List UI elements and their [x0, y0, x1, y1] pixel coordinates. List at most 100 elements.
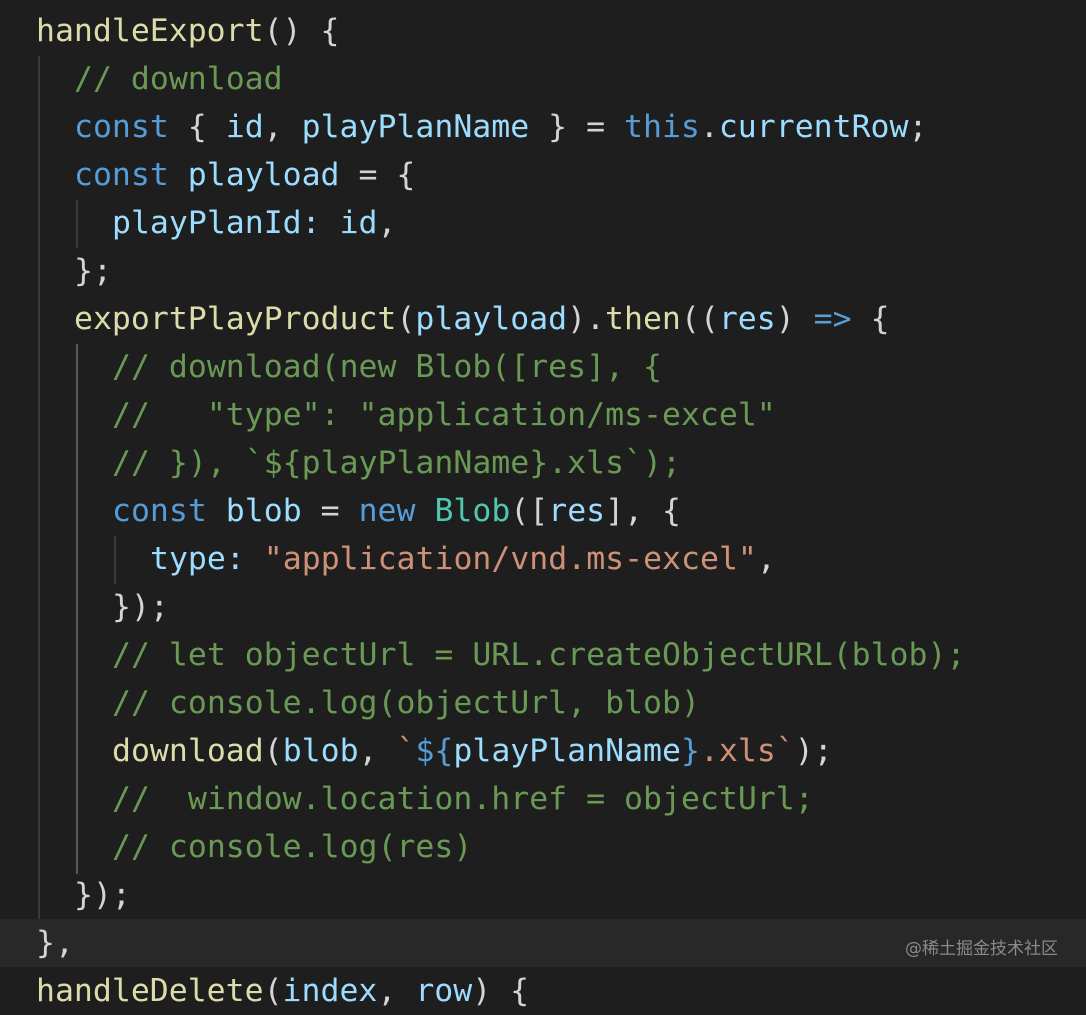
code-line-content: handleDelete(index, row) {	[0, 973, 529, 1009]
code-token: )	[775, 301, 814, 337]
code-token: playPlanId	[112, 205, 302, 241]
code-token: index	[282, 973, 378, 1009]
code-token: } =	[529, 109, 625, 145]
code-line[interactable]: download(blob, `${playPlanName}.xls`);	[0, 727, 833, 775]
code-line-content: const playload = {	[0, 157, 415, 193]
code-editor[interactable]: handleExport() {// download const { id, p…	[0, 0, 1086, 1009]
code-token: (	[263, 973, 283, 1009]
code-token: () {	[263, 13, 340, 49]
code-token: playload	[187, 157, 340, 193]
code-token: ).	[567, 301, 606, 337]
code-token: const	[74, 157, 169, 193]
code-line-content: // console.log(objectUrl, blob)	[0, 685, 700, 721]
code-token: Blob	[434, 493, 511, 529]
code-token: ,	[377, 205, 397, 241]
code-token: ) {	[472, 973, 530, 1009]
code-line-content: // download(new Blob([res], {	[0, 349, 662, 385]
code-line[interactable]: // }), `${playPlanName}.xls`);	[0, 439, 681, 487]
code-line[interactable]: // console.log(res)	[0, 823, 472, 871]
watermark: @稀土掘金技术社区	[905, 939, 1058, 959]
code-line-content: // "type": "application/ms-excel"	[0, 397, 776, 433]
code-token: .xls`	[699, 733, 795, 769]
code-line[interactable]: const blob = new Blob([res], {	[0, 487, 681, 535]
code-token: exportPlayProduct	[74, 301, 397, 337]
code-line[interactable]: // "type": "application/ms-excel"	[0, 391, 776, 439]
code-token: const	[112, 493, 207, 529]
code-line-content: handleExport() {	[0, 13, 339, 49]
code-token: :	[301, 205, 321, 241]
code-token: // download(new Blob([res], {	[112, 349, 662, 385]
code-token: // console.log(res)	[112, 829, 473, 865]
code-line[interactable]: const playload = {	[0, 151, 415, 199]
code-line[interactable]: const { id, playPlanName } = this.curren…	[0, 103, 927, 151]
code-token: // console.log(objectUrl, blob)	[112, 685, 700, 721]
code-token: =>	[813, 301, 852, 337]
code-line[interactable]: // download(new Blob([res], {	[0, 343, 662, 391]
code-token: ,	[377, 973, 416, 1009]
code-line[interactable]: // console.log(objectUrl, blob)	[0, 679, 700, 727]
code-line[interactable]: // download	[0, 55, 283, 103]
code-line[interactable]: };	[0, 247, 112, 295]
code-token: currentRow	[718, 109, 909, 145]
code-line-content: },	[0, 925, 74, 961]
code-line[interactable]: });	[0, 871, 131, 919]
code-line-content: exportPlayProduct(playload).then((res) =…	[0, 301, 890, 337]
code-token: res	[718, 301, 776, 337]
code-token: playload	[415, 301, 568, 337]
code-token: }	[680, 733, 700, 769]
code-token: };	[74, 253, 112, 289]
code-line-content: };	[0, 253, 112, 289]
code-token: handleDelete	[36, 973, 264, 1009]
code-line-content: // }), `${playPlanName}.xls`);	[0, 445, 681, 481]
code-token: :	[225, 541, 245, 577]
code-line[interactable]: // let objectUrl = URL.createObjectURL(b…	[0, 631, 965, 679]
code-token: ], {	[605, 493, 681, 529]
code-token: // "type": "application/ms-excel"	[112, 397, 776, 433]
code-token: const	[74, 109, 169, 145]
code-token: // }), `${playPlanName}.xls`);	[112, 445, 681, 481]
code-line-content: });	[0, 589, 169, 625]
code-token: (	[396, 301, 416, 337]
code-token: handleExport	[36, 13, 264, 49]
code-token: .	[699, 109, 719, 145]
code-line-content: // console.log(res)	[0, 829, 472, 865]
code-token: ((	[680, 301, 719, 337]
code-token: (	[263, 733, 283, 769]
code-token: download	[112, 733, 264, 769]
code-token: "application/vnd.ms-excel"	[263, 541, 757, 577]
code-token: ${	[415, 733, 454, 769]
code-line[interactable]: // window.location.href = objectUrl;	[0, 775, 814, 823]
code-line[interactable]: exportPlayProduct(playload).then((res) =…	[0, 295, 890, 343]
code-token: playPlanName	[301, 109, 530, 145]
code-line[interactable]: handleExport() {	[0, 7, 339, 55]
code-line[interactable]: type: "application/vnd.ms-excel",	[0, 535, 776, 583]
code-line-content: });	[0, 877, 131, 913]
code-line[interactable]: });	[0, 583, 169, 631]
code-token: then	[605, 301, 681, 337]
code-token: playPlanName	[453, 733, 681, 769]
code-token: id	[225, 109, 264, 145]
code-token: = {	[339, 157, 416, 193]
code-token: row	[415, 973, 473, 1009]
code-token: {	[168, 109, 226, 145]
code-line[interactable]: playPlanId: id,	[0, 199, 397, 247]
code-token: blob	[225, 493, 302, 529]
code-token: // window.location.href = objectUrl;	[112, 781, 814, 817]
code-token: ,	[263, 109, 302, 145]
code-token: ([	[510, 493, 549, 529]
code-token: },	[36, 925, 74, 961]
code-line-content: const { id, playPlanName } = this.curren…	[0, 109, 927, 145]
code-line-content: type: "application/vnd.ms-excel",	[0, 541, 776, 577]
code-token: // let objectUrl = URL.createObjectURL(b…	[112, 637, 966, 673]
code-token: =	[301, 493, 359, 529]
code-token: ,	[358, 733, 397, 769]
code-token: {	[851, 301, 890, 337]
code-line[interactable]: handleDelete(index, row) {	[0, 967, 529, 1015]
code-token: type	[150, 541, 226, 577]
code-token: ;	[908, 109, 928, 145]
code-token: `	[396, 733, 416, 769]
